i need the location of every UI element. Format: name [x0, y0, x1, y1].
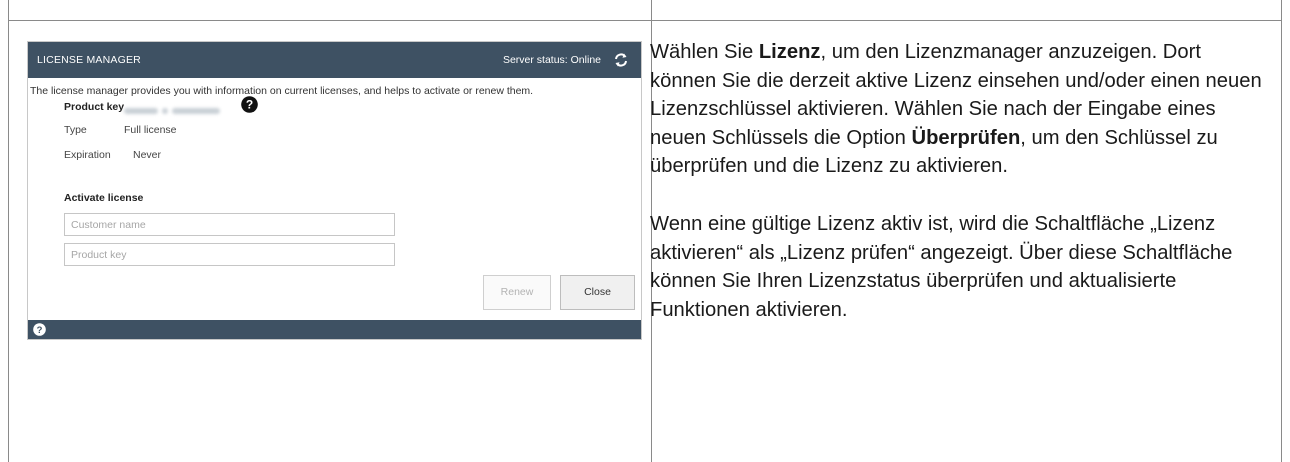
dialog-intro-text: The license manager provides you with in… — [30, 85, 534, 97]
help-icon[interactable]: ? — [241, 96, 258, 113]
dialog-titlebar: LICENSE MANAGER Server status: Online — [28, 42, 641, 78]
product-key-value-blurred — [124, 101, 229, 114]
refresh-icon[interactable] — [612, 51, 630, 69]
bold-term-lizenz: Lizenz — [758, 41, 821, 63]
renew-button[interactable]: Renew — [483, 275, 551, 310]
product-key-input[interactable] — [64, 243, 395, 266]
type-label: Type — [64, 124, 87, 136]
dialog-title: LICENSE MANAGER — [37, 54, 141, 66]
activate-license-heading: Activate license — [64, 192, 144, 204]
svg-text:?: ? — [246, 98, 253, 112]
customer-name-input[interactable] — [64, 213, 395, 236]
text-run: Wählen Sie — [650, 41, 759, 63]
bold-term-ueberpruefen: Überprüfen — [911, 126, 1021, 149]
paragraph-license: Wählen Sie Lizenz, um den Lizenzmanager … — [650, 38, 1270, 181]
dialog-footer: ? — [28, 320, 641, 339]
expiration-value: Never — [133, 149, 162, 161]
paragraph-valid-license: Wenn eine gültige Lizenz aktiv ist, wird… — [650, 212, 1233, 321]
server-status: Server status: Online — [502, 54, 601, 66]
help-icon[interactable]: ? — [33, 323, 46, 336]
product-key-label: Product key — [64, 101, 125, 113]
table-row-divider — [9, 0, 1281, 21]
svg-text:?: ? — [37, 325, 43, 336]
close-button[interactable]: Close — [560, 275, 635, 310]
description-text: Wählen Sie Lizenz, um den Lizenzmanager … — [650, 38, 1270, 324]
license-manager-dialog: LICENSE MANAGER Server status: Online Th… — [27, 41, 642, 340]
type-value: Full license — [124, 124, 177, 136]
expiration-label: Expiration — [64, 149, 111, 161]
